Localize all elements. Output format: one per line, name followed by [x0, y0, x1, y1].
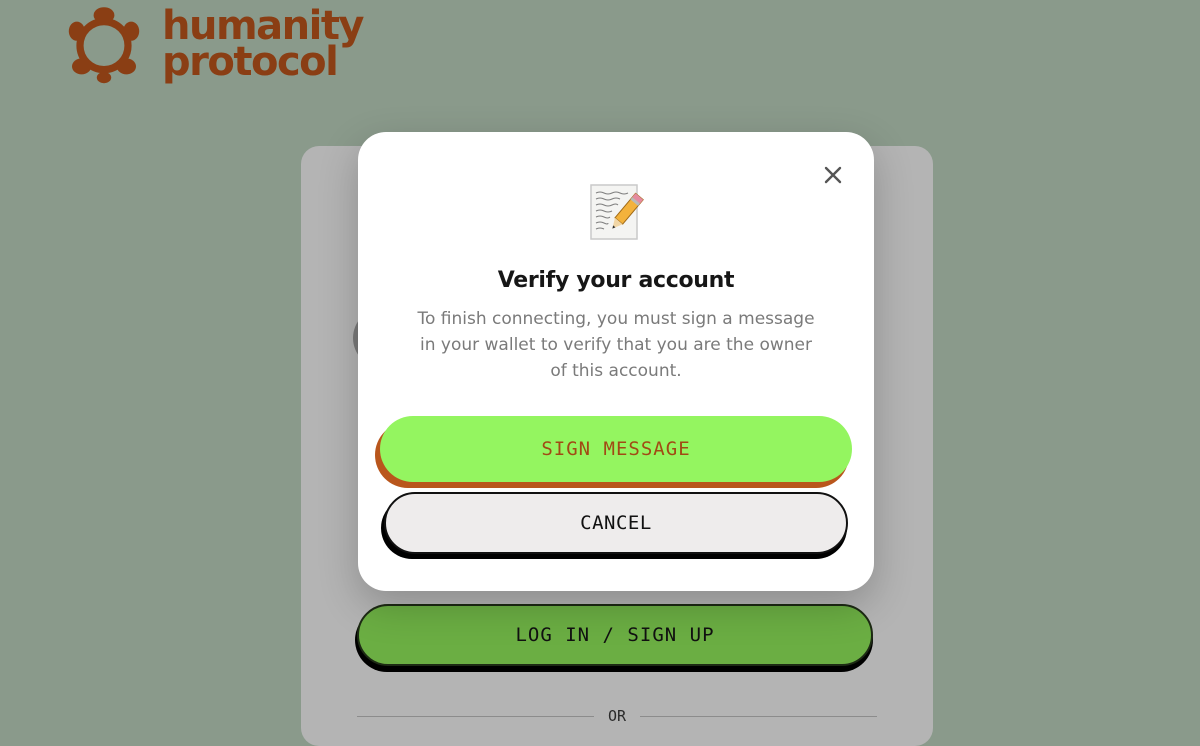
humanity-logo-icon [68, 7, 140, 84]
modal-title: Verify your account [497, 268, 735, 293]
or-divider-line-right [640, 715, 877, 717]
brand-line-2: protocol [162, 39, 339, 85]
brand-logo[interactable]: humanity protocol [64, 4, 365, 85]
close-button[interactable] [820, 162, 846, 188]
modal-description: To finish connecting, you must sign a me… [417, 309, 815, 381]
or-divider: OR [357, 706, 877, 726]
or-divider-line-left [357, 715, 594, 717]
brand-wordmark: humanity protocol [162, 4, 365, 85]
memo-icon [590, 184, 644, 240]
sign-message-button[interactable]: SIGN MESSAGE [380, 416, 852, 482]
login-signup-button[interactable]: LOG IN / SIGN UP [357, 604, 873, 666]
close-icon [824, 166, 842, 184]
cancel-button[interactable]: CANCEL [384, 492, 848, 554]
or-divider-label: OR [607, 707, 627, 725]
verify-account-modal: Verify your account To finish connecting… [358, 132, 874, 591]
